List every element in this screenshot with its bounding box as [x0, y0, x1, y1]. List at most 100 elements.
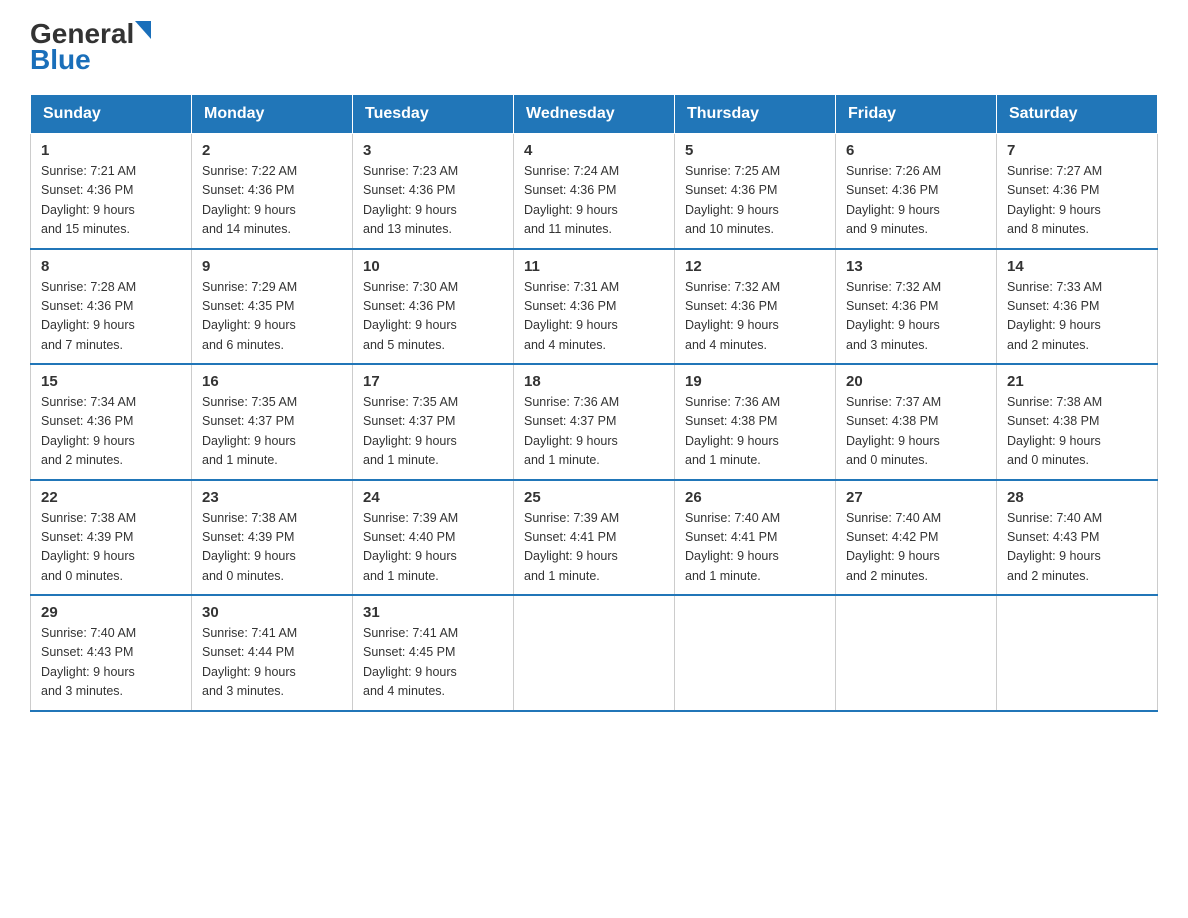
day-number: 20: [846, 373, 986, 390]
day-info: Sunrise: 7:30 AMSunset: 4:36 PMDaylight:…: [363, 278, 503, 356]
calendar-cell: 19Sunrise: 7:36 AMSunset: 4:38 PMDayligh…: [675, 364, 836, 480]
day-number: 26: [685, 489, 825, 506]
calendar-cell: 11 Sunrise: 7:31 AMSunset: 4:36 PMDayligh…: [514, 249, 675, 365]
calendar-cell: 30Sunrise: 7:41 AMSunset: 4:44 PMDayligh…: [192, 595, 353, 711]
day-number: 22: [41, 489, 181, 506]
calendar-cell: 24 Sunrise: 7:39 AMSunset: 4:40 PMDayligh…: [353, 480, 514, 596]
day-info: Sunrise: 7:40 AMSunset: 4:42 PMDaylight:…: [846, 509, 986, 587]
day-info: Sunrise: 7:38 AMSunset: 4:38 PMDaylight:…: [1007, 393, 1147, 471]
col-header-saturday: Saturday: [997, 95, 1158, 134]
calendar-cell: [997, 595, 1158, 711]
day-info: Sunrise: 7:35 AMSunset: 4:37 PMDaylight:…: [202, 393, 342, 471]
logo-blue-label: Blue: [30, 44, 152, 76]
day-number: 15: [41, 373, 181, 390]
day-number: 10: [363, 258, 503, 275]
day-number: 29: [41, 604, 181, 621]
calendar-cell: [836, 595, 997, 711]
col-header-monday: Monday: [192, 95, 353, 134]
day-number: 11: [524, 258, 664, 275]
day-number: 3: [363, 142, 503, 159]
col-header-thursday: Thursday: [675, 95, 836, 134]
day-info: Sunrise: 7:33 AMSunset: 4:36 PMDaylight:…: [1007, 278, 1147, 356]
day-info: Sunrise: 7:41 AMSunset: 4:44 PMDaylight:…: [202, 624, 342, 702]
logo-arrow-icon: [135, 21, 151, 39]
calendar-cell: 3 Sunrise: 7:23 AMSunset: 4:36 PMDaylight…: [353, 134, 514, 249]
calendar-cell: 21Sunrise: 7:38 AMSunset: 4:38 PMDayligh…: [997, 364, 1158, 480]
day-number: 5: [685, 142, 825, 159]
calendar-cell: 18 Sunrise: 7:36 AMSunset: 4:37 PMDayligh…: [514, 364, 675, 480]
day-info: Sunrise: 7:26 AMSunset: 4:36 PMDaylight:…: [846, 162, 986, 240]
day-info: Sunrise: 7:40 AMSunset: 4:43 PMDaylight:…: [41, 624, 181, 702]
col-header-tuesday: Tuesday: [353, 95, 514, 134]
calendar-cell: 4 Sunrise: 7:24 AMSunset: 4:36 PMDaylight…: [514, 134, 675, 249]
calendar-week-row: 1 Sunrise: 7:21 AMSunset: 4:36 PMDaylight…: [31, 134, 1158, 249]
day-info: Sunrise: 7:23 AMSunset: 4:36 PMDaylight:…: [363, 162, 503, 240]
day-info: Sunrise: 7:38 AMSunset: 4:39 PMDaylight:…: [41, 509, 181, 587]
calendar-cell: 5 Sunrise: 7:25 AMSunset: 4:36 PMDaylight…: [675, 134, 836, 249]
calendar-cell: 2 Sunrise: 7:22 AMSunset: 4:36 PMDaylight…: [192, 134, 353, 249]
logo-area: General Blue: [30, 20, 152, 76]
day-number: 24: [363, 489, 503, 506]
day-info: Sunrise: 7:28 AMSunset: 4:36 PMDaylight:…: [41, 278, 181, 356]
day-info: Sunrise: 7:36 AMSunset: 4:38 PMDaylight:…: [685, 393, 825, 471]
day-number: 13: [846, 258, 986, 275]
day-info: Sunrise: 7:37 AMSunset: 4:38 PMDaylight:…: [846, 393, 986, 471]
day-info: Sunrise: 7:29 AMSunset: 4:35 PMDaylight:…: [202, 278, 342, 356]
day-info: Sunrise: 7:25 AMSunset: 4:36 PMDaylight:…: [685, 162, 825, 240]
calendar-cell: 26Sunrise: 7:40 AMSunset: 4:41 PMDayligh…: [675, 480, 836, 596]
calendar-week-row: 15 Sunrise: 7:34 AMSunset: 4:36 PMDayligh…: [31, 364, 1158, 480]
day-number: 4: [524, 142, 664, 159]
day-info: Sunrise: 7:32 AMSunset: 4:36 PMDaylight:…: [846, 278, 986, 356]
calendar-cell: 20 Sunrise: 7:37 AMSunset: 4:38 PMDayligh…: [836, 364, 997, 480]
day-number: 18: [524, 373, 664, 390]
day-number: 16: [202, 373, 342, 390]
calendar-cell: 12 Sunrise: 7:32 AMSunset: 4:36 PMDayligh…: [675, 249, 836, 365]
day-info: Sunrise: 7:38 AMSunset: 4:39 PMDaylight:…: [202, 509, 342, 587]
day-info: Sunrise: 7:41 AMSunset: 4:45 PMDaylight:…: [363, 624, 503, 702]
calendar-cell: 1 Sunrise: 7:21 AMSunset: 4:36 PMDaylight…: [31, 134, 192, 249]
col-header-friday: Friday: [836, 95, 997, 134]
day-number: 12: [685, 258, 825, 275]
calendar-week-row: 22 Sunrise: 7:38 AMSunset: 4:39 PMDayligh…: [31, 480, 1158, 596]
day-number: 28: [1007, 489, 1147, 506]
day-number: 1: [41, 142, 181, 159]
calendar-cell: 6Sunrise: 7:26 AMSunset: 4:36 PMDaylight…: [836, 134, 997, 249]
day-info: Sunrise: 7:39 AMSunset: 4:40 PMDaylight:…: [363, 509, 503, 587]
calendar-cell: 14 Sunrise: 7:33 AMSunset: 4:36 PMDayligh…: [997, 249, 1158, 365]
day-info: Sunrise: 7:27 AMSunset: 4:36 PMDaylight:…: [1007, 162, 1147, 240]
day-number: 17: [363, 373, 503, 390]
day-number: 9: [202, 258, 342, 275]
calendar-cell: 29 Sunrise: 7:40 AMSunset: 4:43 PMDayligh…: [31, 595, 192, 711]
calendar-header-row: SundayMondayTuesdayWednesdayThursdayFrid…: [31, 95, 1158, 134]
calendar-cell: 31 Sunrise: 7:41 AMSunset: 4:45 PMDayligh…: [353, 595, 514, 711]
day-info: Sunrise: 7:24 AMSunset: 4:36 PMDaylight:…: [524, 162, 664, 240]
day-number: 14: [1007, 258, 1147, 275]
day-number: 2: [202, 142, 342, 159]
calendar-cell: 27Sunrise: 7:40 AMSunset: 4:42 PMDayligh…: [836, 480, 997, 596]
calendar-cell: 8 Sunrise: 7:28 AMSunset: 4:36 PMDaylight…: [31, 249, 192, 365]
calendar-week-row: 29 Sunrise: 7:40 AMSunset: 4:43 PMDayligh…: [31, 595, 1158, 711]
day-info: Sunrise: 7:34 AMSunset: 4:36 PMDaylight:…: [41, 393, 181, 471]
calendar-cell: 16 Sunrise: 7:35 AMSunset: 4:37 PMDayligh…: [192, 364, 353, 480]
page-header: General Blue: [30, 20, 1158, 76]
day-number: 8: [41, 258, 181, 275]
calendar-cell: 15 Sunrise: 7:34 AMSunset: 4:36 PMDayligh…: [31, 364, 192, 480]
day-info: Sunrise: 7:36 AMSunset: 4:37 PMDaylight:…: [524, 393, 664, 471]
day-info: Sunrise: 7:32 AMSunset: 4:36 PMDaylight:…: [685, 278, 825, 356]
day-number: 25: [524, 489, 664, 506]
day-info: Sunrise: 7:31 AMSunset: 4:36 PMDaylight:…: [524, 278, 664, 356]
day-number: 23: [202, 489, 342, 506]
calendar-cell: 22 Sunrise: 7:38 AMSunset: 4:39 PMDayligh…: [31, 480, 192, 596]
calendar-cell: 9 Sunrise: 7:29 AMSunset: 4:35 PMDaylight…: [192, 249, 353, 365]
col-header-sunday: Sunday: [31, 95, 192, 134]
day-info: Sunrise: 7:39 AMSunset: 4:41 PMDaylight:…: [524, 509, 664, 587]
day-number: 31: [363, 604, 503, 621]
calendar-cell: 25 Sunrise: 7:39 AMSunset: 4:41 PMDayligh…: [514, 480, 675, 596]
col-header-wednesday: Wednesday: [514, 95, 675, 134]
day-info: Sunrise: 7:35 AMSunset: 4:37 PMDaylight:…: [363, 393, 503, 471]
day-info: Sunrise: 7:21 AMSunset: 4:36 PMDaylight:…: [41, 162, 181, 240]
day-info: Sunrise: 7:22 AMSunset: 4:36 PMDaylight:…: [202, 162, 342, 240]
calendar-cell: [514, 595, 675, 711]
calendar-cell: 23 Sunrise: 7:38 AMSunset: 4:39 PMDayligh…: [192, 480, 353, 596]
calendar-cell: 7Sunrise: 7:27 AMSunset: 4:36 PMDaylight…: [997, 134, 1158, 249]
